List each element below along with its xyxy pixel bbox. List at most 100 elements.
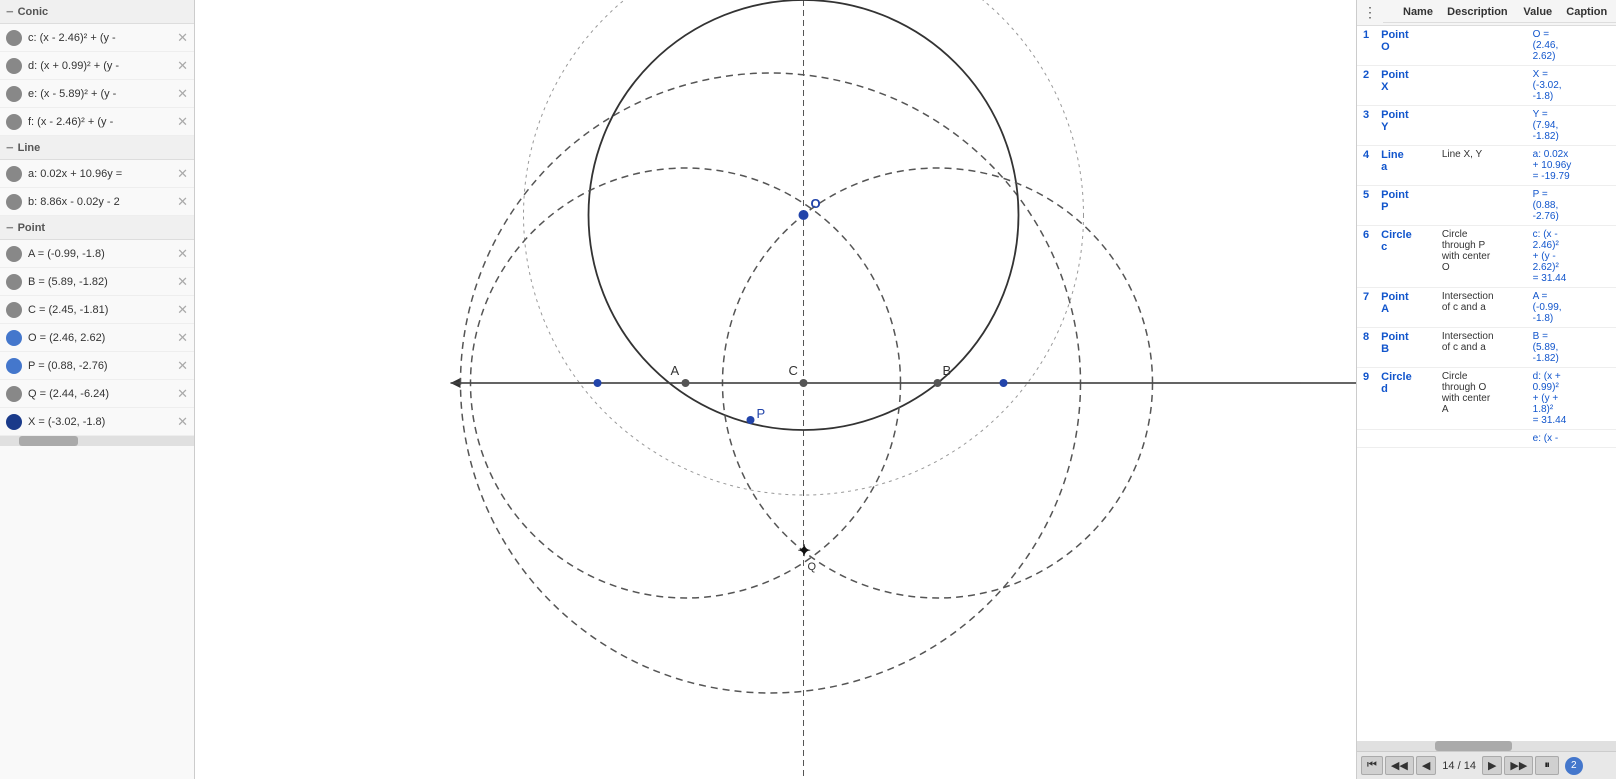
list-item[interactable]: O = (2.46, 2.62) ✕ xyxy=(0,324,194,352)
row-name-type[interactable]: PointP xyxy=(1375,186,1436,226)
list-item[interactable]: d: (x + 0.99)² + (y - ✕ xyxy=(0,52,194,80)
row-value: O =(2.46,2.62) xyxy=(1527,26,1599,66)
item-label-Q: Q = (2.44, -6.24) xyxy=(28,388,175,400)
row-num: 8 xyxy=(1357,328,1375,368)
item-dot-P xyxy=(6,358,22,374)
item-dot-B xyxy=(6,274,22,290)
row-description: Intersectionof c and a xyxy=(1436,328,1527,368)
row-num: 5 xyxy=(1357,186,1375,226)
list-item[interactable]: c: (x - 2.46)² + (y - ✕ xyxy=(0,24,194,52)
item-label-c: c: (x - 2.46)² + (y - xyxy=(28,32,175,44)
table-row[interactable]: 1 PointO O =(2.46,2.62) xyxy=(1357,26,1616,66)
col-header-value: Value xyxy=(1517,2,1560,23)
item-label-f: f: (x - 2.46)² + (y - xyxy=(28,116,175,128)
row-caption xyxy=(1599,288,1616,328)
row-caption xyxy=(1599,226,1616,288)
table-row[interactable]: 6 Circlec Circlethrough Pwith centerO c:… xyxy=(1357,226,1616,288)
right-panel: ⋮ Name Description Value Caption 1 Point… xyxy=(1356,0,1616,779)
row-caption xyxy=(1599,430,1616,448)
table-row[interactable]: 2 PointX X =(-3.02,-1.8) xyxy=(1357,66,1616,106)
close-b[interactable]: ✕ xyxy=(177,194,188,210)
list-item[interactable]: b: 8.86x - 0.02y - 2 ✕ xyxy=(0,188,194,216)
list-item[interactable]: e: (x - 5.89)² + (y - ✕ xyxy=(0,80,194,108)
table-row[interactable]: 8 PointB Intersectionof c and a B =(5.89… xyxy=(1357,328,1616,368)
list-item[interactable]: A = (-0.99, -1.8) ✕ xyxy=(0,240,194,268)
row-name-type[interactable]: PointX xyxy=(1375,66,1436,106)
item-dot-C xyxy=(6,302,22,318)
canvas-area[interactable]: O C A B P ✦ Q xyxy=(195,0,1356,779)
algebra-view-table: 1 PointO O =(2.46,2.62) 2 PointX X =(-3.… xyxy=(1357,26,1616,741)
step-forward-button[interactable]: ▶ xyxy=(1482,756,1502,775)
table-row[interactable]: 7 PointA Intersectionof c and a A =(-0.9… xyxy=(1357,288,1616,328)
conic-section-header[interactable]: − Conic xyxy=(0,0,194,24)
row-name-type[interactable]: PointY xyxy=(1375,106,1436,146)
row-name-type[interactable] xyxy=(1375,430,1436,448)
list-item[interactable]: P = (0.88, -2.76) ✕ xyxy=(0,352,194,380)
table-row[interactable]: 3 PointY Y =(7.94,-1.82) xyxy=(1357,106,1616,146)
next-page-button[interactable]: ▶▶ xyxy=(1504,756,1533,775)
close-X[interactable]: ✕ xyxy=(177,414,188,430)
close-P[interactable]: ✕ xyxy=(177,358,188,374)
list-item[interactable]: C = (2.45, -1.81) ✕ xyxy=(0,296,194,324)
list-item[interactable]: B = (5.89, -1.82) ✕ xyxy=(0,268,194,296)
close-Q[interactable]: ✕ xyxy=(177,386,188,402)
horizontal-scrollbar[interactable] xyxy=(1357,741,1616,751)
row-description xyxy=(1436,106,1527,146)
list-item[interactable]: Q = (2.44, -6.24) ✕ xyxy=(0,380,194,408)
row-name-type[interactable]: Circlec xyxy=(1375,226,1436,288)
item-dot-Q xyxy=(6,386,22,402)
table-row[interactable]: 4 Linea Line X, Y a: 0.02x+ 10.96y= -19.… xyxy=(1357,146,1616,186)
item-dot-d xyxy=(6,58,22,74)
item-label-e: e: (x - 5.89)² + (y - xyxy=(28,88,175,100)
row-name-type[interactable]: Circled xyxy=(1375,368,1436,430)
item-label-b: b: 8.86x - 0.02y - 2 xyxy=(28,196,175,208)
close-A[interactable]: ✕ xyxy=(177,246,188,262)
first-page-button[interactable]: ⏮ xyxy=(1361,756,1383,775)
row-num: 4 xyxy=(1357,146,1375,186)
row-value: P =(0.88,-2.76) xyxy=(1527,186,1599,226)
row-description: Line X, Y xyxy=(1436,146,1527,186)
table-options-button[interactable]: ⋮ xyxy=(1357,0,1383,25)
table-row[interactable]: 9 Circled Circlethrough Owith centerA d:… xyxy=(1357,368,1616,430)
step-back-button[interactable]: ◀ xyxy=(1416,756,1436,775)
row-name-type[interactable]: Linea xyxy=(1375,146,1436,186)
row-num: 2 xyxy=(1357,66,1375,106)
point-section-header[interactable]: − Point xyxy=(0,216,194,240)
point-section-label: Point xyxy=(18,222,46,234)
row-description xyxy=(1436,430,1527,448)
close-d[interactable]: ✕ xyxy=(177,58,188,74)
row-value: Y =(7.94,-1.82) xyxy=(1527,106,1599,146)
row-description: Intersectionof c and a xyxy=(1436,288,1527,328)
close-O[interactable]: ✕ xyxy=(177,330,188,346)
item-dot-c xyxy=(6,30,22,46)
conic-collapse-icon: − xyxy=(6,4,14,19)
prev-page-button[interactable]: ◀◀ xyxy=(1385,756,1414,775)
close-e[interactable]: ✕ xyxy=(177,86,188,102)
table-row[interactable]: e: (x - xyxy=(1357,430,1616,448)
close-C[interactable]: ✕ xyxy=(177,302,188,318)
item-label-X: X = (-3.02, -1.8) xyxy=(28,416,175,428)
row-name-type[interactable]: PointB xyxy=(1375,328,1436,368)
row-caption xyxy=(1599,186,1616,226)
row-num xyxy=(1357,430,1375,448)
row-num: 7 xyxy=(1357,288,1375,328)
row-name-type[interactable]: PointA xyxy=(1375,288,1436,328)
table-row[interactable]: 5 PointP P =(0.88,-2.76) xyxy=(1357,186,1616,226)
close-f[interactable]: ✕ xyxy=(177,114,188,130)
item-dot-b xyxy=(6,194,22,210)
pause-button[interactable]: ⏸ xyxy=(1535,756,1559,775)
sidebar-scrollbar[interactable] xyxy=(0,436,194,446)
item-label-P: P = (0.88, -2.76) xyxy=(28,360,175,372)
close-c[interactable]: ✕ xyxy=(177,30,188,46)
line-section-header[interactable]: − Line xyxy=(0,136,194,160)
row-caption xyxy=(1599,26,1616,66)
point-collapse-icon: − xyxy=(6,220,14,235)
list-item[interactable]: f: (x - 2.46)² + (y - ✕ xyxy=(0,108,194,136)
close-a[interactable]: ✕ xyxy=(177,166,188,182)
line-collapse-icon: − xyxy=(6,140,14,155)
svg-text:P: P xyxy=(757,406,766,421)
list-item[interactable]: a: 0.02x + 10.96y = ✕ xyxy=(0,160,194,188)
close-B[interactable]: ✕ xyxy=(177,274,188,290)
list-item[interactable]: X = (-3.02, -1.8) ✕ xyxy=(0,408,194,436)
row-name-type[interactable]: PointO xyxy=(1375,26,1436,66)
